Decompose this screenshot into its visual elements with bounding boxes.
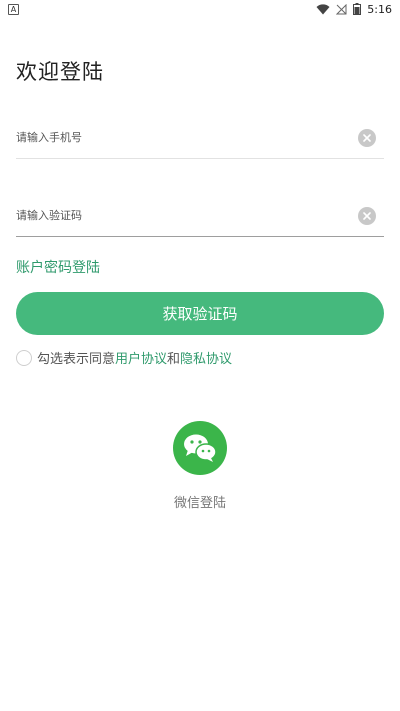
status-bar: A 5:16 [0, 0, 400, 18]
user-agreement-link[interactable]: 用户协议 [115, 348, 167, 367]
wifi-icon [316, 3, 330, 14]
clear-code-icon[interactable] [358, 206, 376, 225]
phone-input[interactable] [16, 117, 316, 158]
wechat-icon [184, 434, 217, 462]
signal-icon [336, 3, 347, 14]
wechat-login-label: 微信登陆 [173, 496, 226, 511]
status-left: A [8, 3, 19, 15]
close-icon [363, 133, 371, 142]
phone-field [16, 117, 384, 159]
close-icon [363, 211, 371, 220]
password-login-link[interactable]: 账户密码登陆 [16, 257, 100, 277]
agreement-row: 勾选表示同意 用户协议 和 隐私协议 [16, 348, 232, 367]
battery-icon [353, 3, 362, 15]
status-right: 5:16 [316, 3, 392, 16]
clear-phone-icon[interactable] [358, 128, 376, 147]
privacy-agreement-link[interactable]: 隐私协议 [180, 348, 232, 367]
agreement-checkbox[interactable] [16, 349, 32, 366]
get-code-button[interactable]: 获取验证码 [16, 292, 384, 335]
agreement-prefix: 勾选表示同意 [37, 352, 116, 367]
code-field [16, 195, 384, 237]
code-input[interactable] [16, 195, 316, 236]
wechat-login-button[interactable] [173, 421, 227, 475]
agreement-conjunction: 和 [167, 352, 181, 367]
page-title: 欢迎登陆 [16, 60, 104, 84]
app-notification-icon: A [8, 3, 19, 15]
status-time: 5:16 [367, 2, 392, 16]
